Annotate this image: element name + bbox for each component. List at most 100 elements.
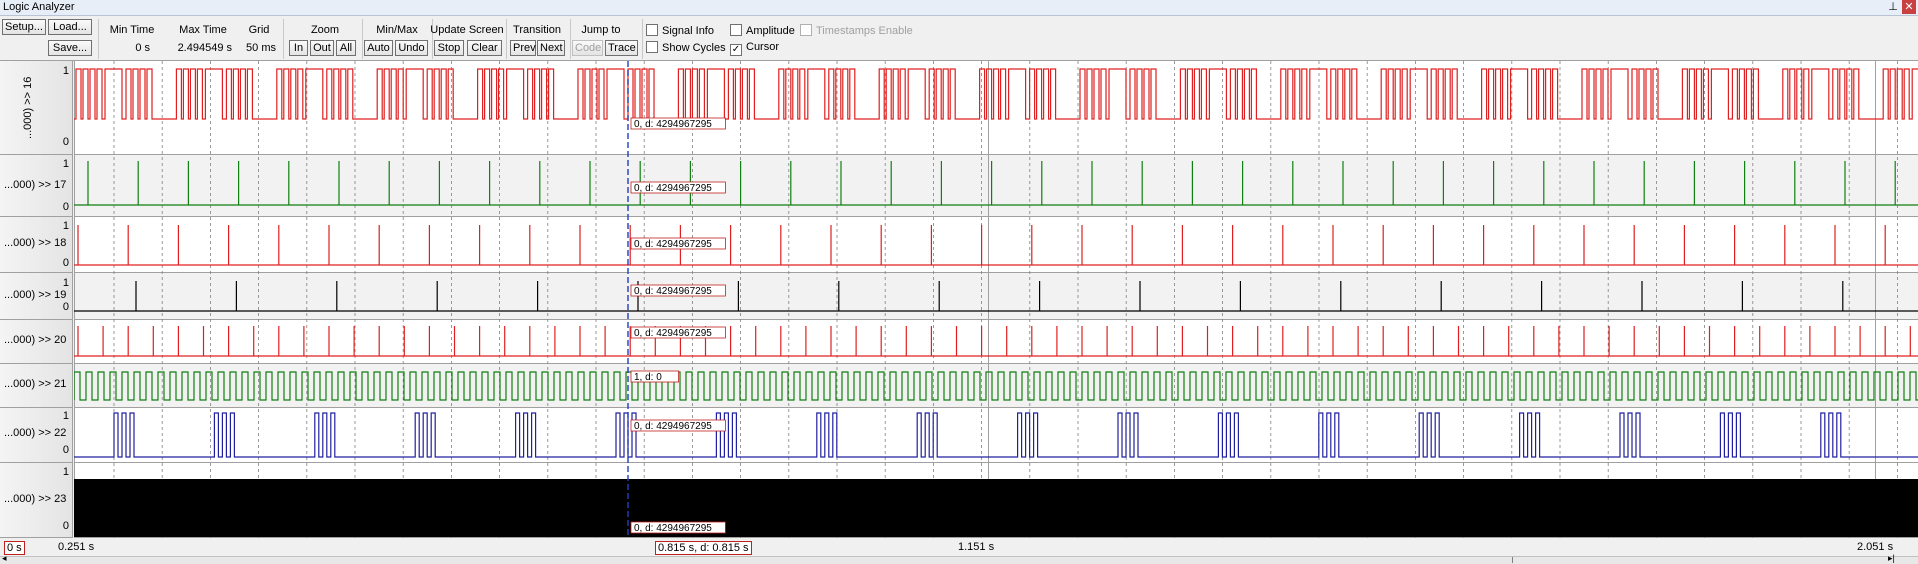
separator [642,19,643,59]
signal-row-label[interactable]: ...000) >> 17 1 0 [0,155,73,217]
signal-high-value: 1 [62,277,69,289]
start-time: 0.251 s [58,541,95,553]
status-bar: 0 s 0.251 s 0.815 s, d: 0.815 s 1.151 s … [0,539,1918,564]
signal-low-value: 0 [62,257,69,269]
row-background [74,155,1918,217]
zoom-in-button[interactable]: In [289,40,308,56]
show-cycles-checkbox[interactable]: Show Cycles [646,41,726,54]
cursor-checkbox[interactable]: ✓ Cursor [730,41,779,56]
min-time-value: 0 s [106,41,150,56]
signal-low-value: 0 [62,201,69,213]
toolbar: Setup... Load... Save... Min Time 0 s Ma… [0,16,1918,61]
jump-trace-button[interactable]: Trace [605,40,638,56]
title-bar: Logic Analyzer ⊥ ✕ [0,0,1918,16]
signal-name: ...000) >> 20 [4,334,67,346]
row-background [74,320,1918,364]
signal-name: ...000) >> 17 [4,179,67,191]
checkbox-box [800,24,812,36]
signal-name: ...000) >> 21 [4,378,67,390]
load-button[interactable]: Load... [48,19,92,35]
stop-button[interactable]: Stop [434,40,464,56]
signal-row-label[interactable]: ...000) >> 16 1 0 [0,61,73,155]
scrollbar-thumb[interactable] [1512,557,1513,563]
checkbox-box [646,24,658,36]
signal-high-value: 1 [62,158,69,170]
cursor-time: 0.815 s, d: 0.815 s [655,541,752,555]
signal-high-value: 1 [62,65,69,77]
grid-label: Grid [248,24,270,36]
timestamps-enable-checkbox[interactable]: Timestamps Enable [800,24,913,37]
zoom-all-button[interactable]: All [336,40,356,56]
cursor-value-label: 0, d: 4294967295 [634,328,712,339]
signal-high-value: 1 [62,220,69,232]
waveform-plot[interactable]: 0, d: 4294967295 0, d: 4294967295 0, d: 42… [74,61,1918,538]
separator [98,19,99,59]
signal-row-label[interactable]: ...000) >> 19 1 0 [0,273,73,320]
show-cycles-label: Show Cycles [662,42,726,54]
signal-high-value: 1 [62,466,69,478]
signal-row-label[interactable]: ...000) >> 23 1 0 [0,463,73,538]
zoom-label: Zoom [310,24,340,36]
checkbox-box [730,24,742,36]
close-icon[interactable]: ✕ [1902,0,1916,14]
cursor-value-label: 0, d: 4294967295 [634,421,712,432]
pin-icon[interactable]: ⊥ [1886,0,1900,14]
clear-button[interactable]: Clear [467,40,502,56]
signal-name: ...000) >> 22 [4,427,67,439]
timestamps-enable-label: Timestamps Enable [816,25,913,37]
cursor-value-label: 0, d: 4294967295 [634,523,712,534]
minmax-auto-button[interactable]: Auto [364,40,393,56]
scroll-right-icon[interactable]: ▸| [1888,553,1895,564]
zoom-out-button[interactable]: Out [310,40,334,56]
signal-waveform-block [74,479,1918,537]
jump-to-label: Jump to [581,24,621,36]
max-time-label: Max Time [179,24,227,36]
separator [570,19,571,59]
cursor-label: Cursor [746,41,780,53]
signal-row-label[interactable]: ...000) >> 18 1 0 [0,217,73,273]
signal-name: ...000) >> 23 [4,493,67,505]
row-background [74,61,1918,155]
cursor-value-label: 1, d: 0 [634,372,662,383]
signal-row-label[interactable]: ...000) >> 20 [0,320,73,364]
cursor-value-label: 0, d: 4294967295 [634,239,712,250]
minmax-label: Min/Max [376,24,418,36]
signal-info-label: Signal Info [662,25,714,37]
min-time-label: Min Time [109,24,155,36]
jump-code-button[interactable]: Code [572,40,603,56]
signal-row-label[interactable]: ...000) >> 22 1 0 [0,408,73,463]
signal-row-label[interactable]: ...000) >> 21 [0,364,73,408]
grid-value: 50 ms [238,41,276,56]
amplitude-checkbox[interactable]: Amplitude [730,24,795,37]
cursor-value-label: 0, d: 4294967295 [634,183,712,194]
signal-high-value: 1 [62,410,69,422]
transition-label: Transition [513,24,561,36]
signal-name: ...000) >> 16 [22,76,34,139]
setup-button[interactable]: Setup... [2,19,46,35]
minmax-undo-button[interactable]: Undo [395,40,428,56]
signal-low-value: 0 [62,136,69,148]
mid-time: 1.151 s [958,541,995,553]
save-button[interactable]: Save... [48,40,92,56]
amplitude-label: Amplitude [746,25,795,37]
row-background [74,408,1918,463]
separator [506,19,507,59]
scroll-left-icon[interactable]: ◂ [2,553,7,564]
prev-button[interactable]: Prev [510,40,536,56]
update-screen-label: Update Screen [430,24,504,36]
signal-info-checkbox[interactable]: Signal Info [646,24,714,37]
signal-name: ...000) >> 18 [4,237,67,249]
cursor-value-label: 0, d: 4294967295 [634,119,712,130]
separator [283,19,284,59]
next-button[interactable]: Next [537,40,565,56]
signal-name: ...000) >> 19 [4,289,67,301]
separator [362,19,363,59]
signal-name-column: ...000) >> 16 1 0 ...000) >> 17 1 0 ...0… [0,61,73,538]
max-time-value: 2.494549 s [166,41,232,56]
signal-low-value: 0 [62,301,69,313]
check-icon: ✓ [730,44,742,56]
window-title: Logic Analyzer [3,1,75,13]
signal-low-value: 0 [62,520,69,532]
signal-low-value: 0 [62,444,69,456]
checkbox-box [646,41,658,53]
